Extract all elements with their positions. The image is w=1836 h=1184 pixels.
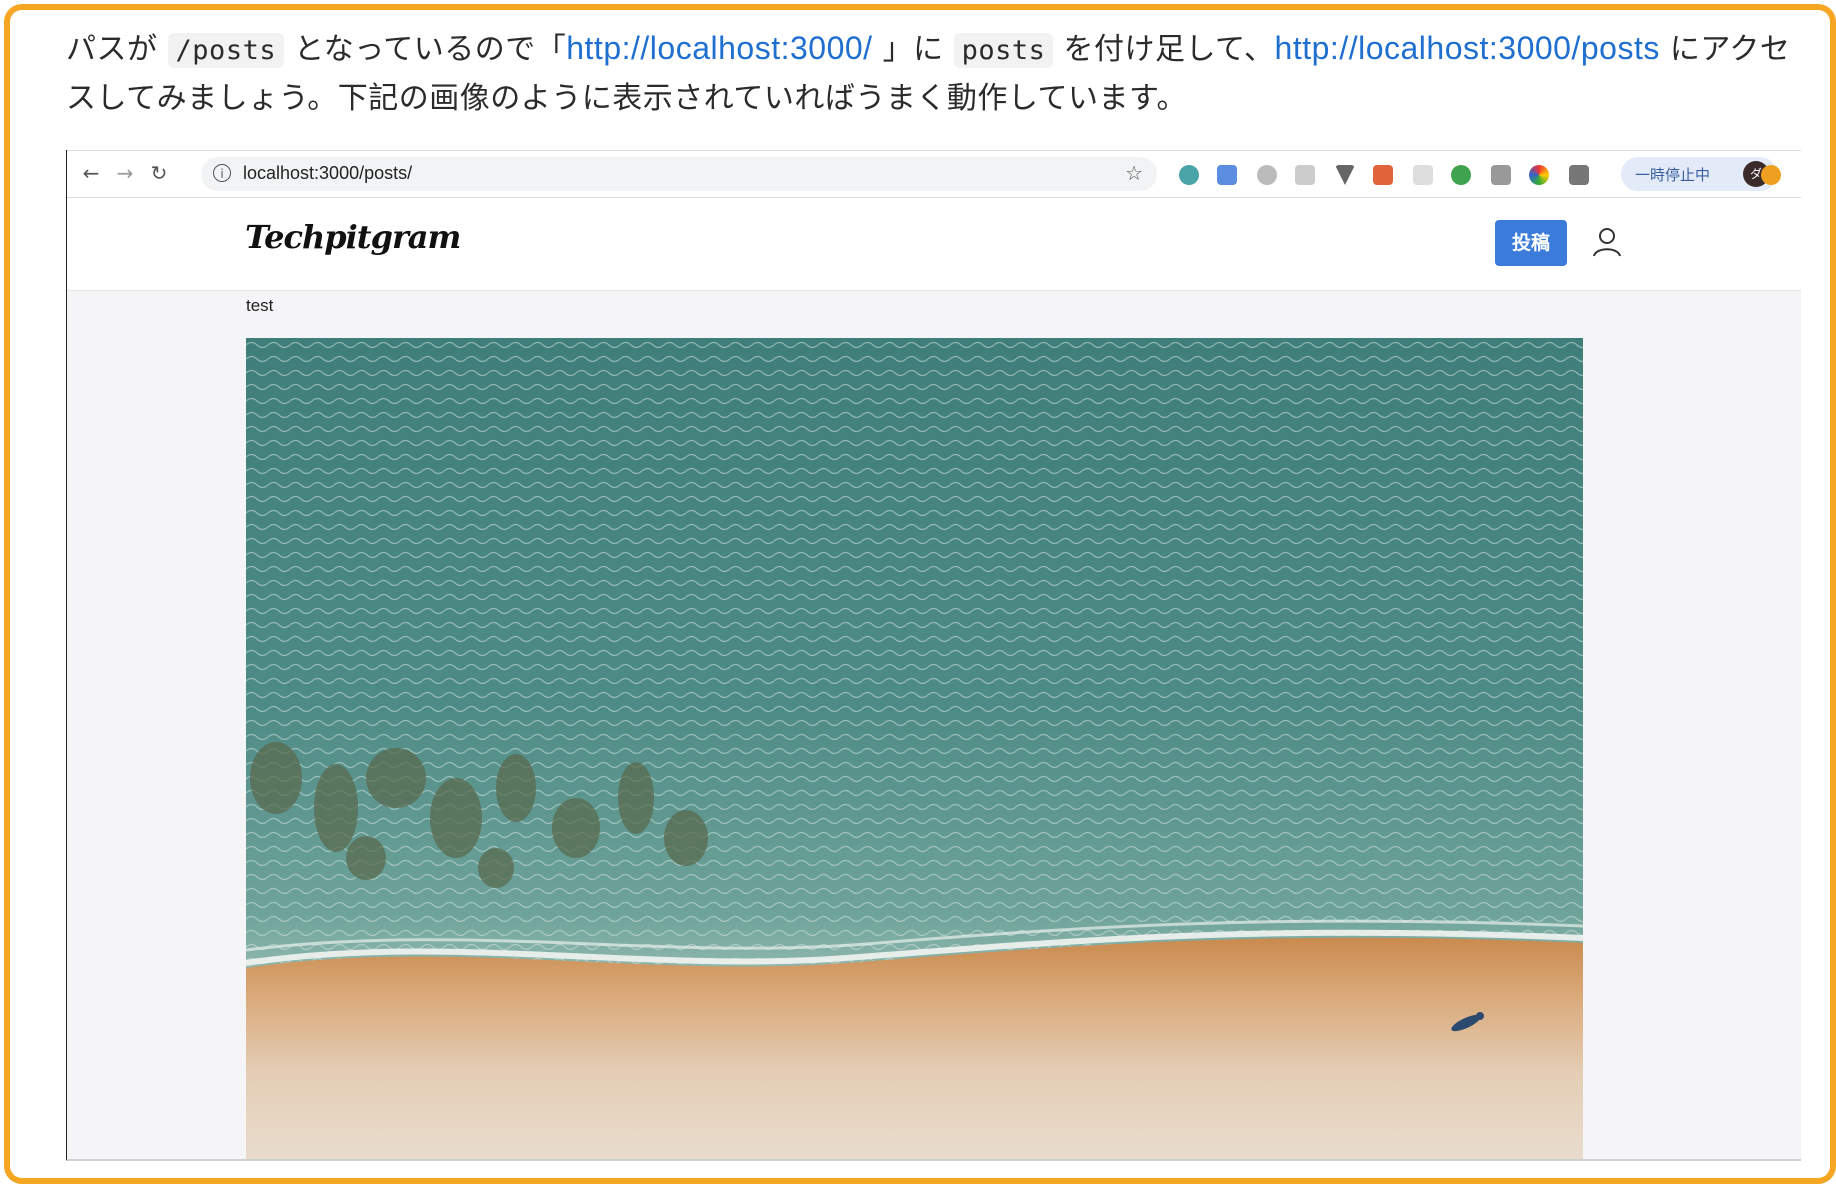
intro-text: となっているので「 (284, 32, 567, 67)
extension-icon[interactable] (1295, 165, 1315, 185)
back-arrow-icon[interactable]: ← (79, 161, 103, 185)
extension-icon[interactable] (1257, 165, 1277, 185)
localhost-link[interactable]: http://localhost:3000/ (566, 30, 872, 66)
localhost-posts-link[interactable]: http://localhost:3000/posts (1275, 30, 1660, 66)
post-image (246, 338, 1583, 1159)
intro-text: 」に (872, 32, 954, 67)
forward-arrow-icon[interactable]: → (113, 161, 137, 185)
post-caption: test (246, 296, 274, 315)
inline-code-path: /posts (167, 33, 285, 68)
profile-pause-chip[interactable]: 一時停止中 ダ (1621, 157, 1777, 191)
intro-text: を付け足して、 (1053, 32, 1275, 67)
address-bar[interactable]: i localhost:3000/posts/ ☆ (201, 157, 1157, 191)
extension-icon[interactable] (1491, 165, 1511, 185)
inline-code-posts: posts (953, 33, 1054, 68)
bookmark-star-icon[interactable]: ☆ (1125, 161, 1143, 185)
camera-icon[interactable] (1569, 165, 1589, 185)
info-icon[interactable]: i (213, 164, 231, 182)
address-url[interactable]: localhost:3000/posts/ (243, 163, 412, 184)
extension-icon[interactable] (1373, 165, 1393, 185)
browser-toolbar: ← → ↻ i localhost:3000/posts/ ☆ 一時停止中 ダ (67, 150, 1801, 198)
extension-icon[interactable] (1335, 165, 1355, 185)
evernote-extension-icon[interactable] (1451, 165, 1471, 185)
extension-icon[interactable] (1529, 165, 1549, 185)
extension-badge-icon[interactable] (1761, 165, 1781, 185)
pause-label: 一時停止中 (1635, 166, 1711, 184)
extension-icon[interactable] (1179, 165, 1199, 185)
post-button[interactable]: 投稿 (1495, 220, 1567, 266)
extension-icon[interactable] (1413, 165, 1433, 185)
app-logo[interactable]: Techpitgram (245, 218, 461, 256)
reload-icon[interactable]: ↻ (147, 161, 171, 185)
translate-extension-icon[interactable] (1217, 165, 1237, 185)
intro-paragraph: パスが /posts となっているので「http://localhost:300… (66, 24, 1806, 123)
intro-text: パスが (66, 32, 168, 67)
app-header: Techpitgram 投稿 (67, 198, 1801, 291)
browser-screenshot: ← → ↻ i localhost:3000/posts/ ☆ 一時停止中 ダ (66, 150, 1801, 1161)
user-icon[interactable] (1589, 224, 1625, 260)
article-frame: パスが /posts となっているので「http://localhost:300… (4, 4, 1836, 1184)
